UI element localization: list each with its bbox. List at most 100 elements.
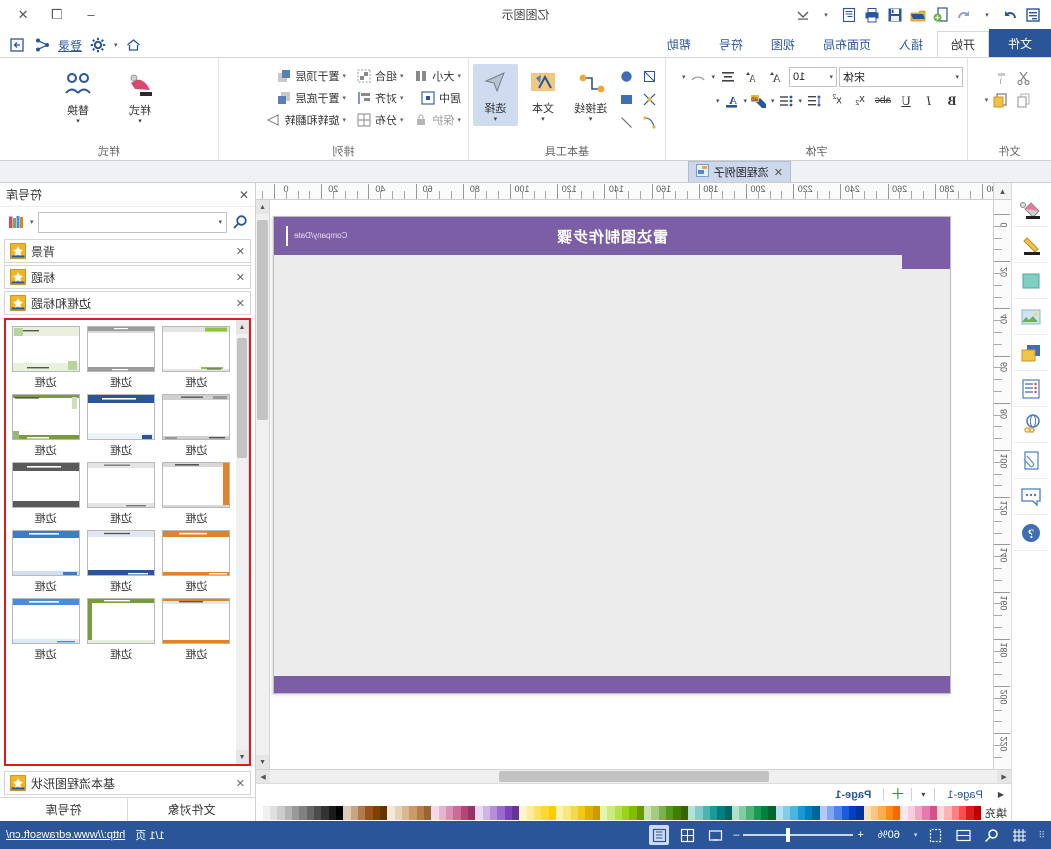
color-swatch[interactable] — [490, 806, 498, 820]
color-swatch[interactable] — [805, 806, 813, 820]
bring-to-front-button[interactable]: ▾ 置于顶层 — [262, 65, 349, 86]
shape-item[interactable]: 边框 — [84, 598, 157, 662]
color-swatch[interactable] — [841, 806, 850, 820]
gallery-scroll-track[interactable] — [236, 334, 248, 750]
library-basic-flowchart-close-icon[interactable]: ✕ — [236, 777, 245, 790]
color-swatch[interactable] — [797, 806, 806, 820]
protect-dropdown-icon[interactable]: ▾ — [457, 116, 461, 124]
canvas-vertical-scrollbar[interactable]: ▲ ▼ — [256, 200, 270, 769]
page-tab-2[interactable]: Page-1 — [829, 789, 877, 801]
fit-width-icon[interactable] — [953, 825, 973, 845]
shape-item[interactable]: 边框 — [84, 394, 157, 458]
color-swatch[interactable] — [424, 806, 432, 820]
ellipse-shape-button[interactable] — [616, 66, 638, 87]
color-swatch[interactable] — [402, 806, 410, 820]
color-swatch[interactable] — [599, 806, 608, 820]
login-link[interactable]: 登录 — [58, 37, 82, 54]
color-swatch[interactable] — [592, 806, 600, 820]
library-background[interactable]: ✕ 背景 — [4, 239, 251, 263]
share-icon[interactable] — [33, 36, 51, 54]
zoom-out-button[interactable]: – — [733, 829, 739, 841]
color-swatch[interactable] — [497, 806, 505, 820]
font-name-dropdown-icon[interactable]: ▾ — [955, 73, 959, 81]
gallery-scrollbar[interactable]: ▲ ▼ — [236, 320, 249, 764]
rotate-flip-button[interactable]: ▾ 旋转和翻转 — [262, 109, 349, 130]
page-menu-button[interactable]: ▾ — [918, 790, 928, 799]
pencil-shape-button[interactable] — [639, 89, 661, 110]
color-swatch[interactable] — [585, 806, 593, 820]
fullscreen-view-button[interactable] — [705, 825, 725, 845]
replace-dropdown-icon[interactable]: ▾ — [76, 118, 80, 125]
style-dropdown-icon[interactable]: ▾ — [138, 118, 142, 125]
color-swatch[interactable] — [709, 806, 718, 820]
color-swatch[interactable] — [966, 806, 974, 820]
color-swatch[interactable] — [768, 806, 776, 820]
color-swatch[interactable] — [893, 806, 901, 820]
strikethrough-button[interactable]: abc — [872, 90, 894, 111]
vertical-ruler[interactable]: 0 20 40 60 80 100 120 140 160 180 200 220 — [993, 200, 1011, 769]
fit-page-icon[interactable] — [925, 825, 945, 845]
canvas[interactable]: 雷达图制作步骤 Company/Date — [270, 200, 993, 769]
color-swatch[interactable] — [636, 806, 644, 820]
grid-view-button[interactable] — [677, 825, 697, 845]
shape-gallery[interactable]: ▲ ▼ 边框 边框 边框 边框 边框 边框 边框 边框 边框 边框 边框 边框 边框 边框 边框 — [4, 318, 251, 766]
fill-icon[interactable] — [1014, 191, 1049, 227]
new-icon[interactable] — [931, 5, 951, 25]
align-dropdown-icon[interactable]: ▾ — [400, 94, 404, 102]
color-swatch[interactable] — [336, 806, 344, 820]
shape-item[interactable]: 边框 — [160, 462, 233, 526]
highlight-button[interactable]: ab — [748, 90, 770, 111]
zoom-level[interactable]: 60% — [872, 829, 906, 841]
curve-text-dropdown-icon[interactable]: ▾ — [682, 73, 686, 81]
select-tool-button[interactable]: 选择 ▾ — [472, 64, 518, 126]
qat-more-icon[interactable] — [793, 5, 813, 25]
underline-button[interactable]: U — [895, 90, 917, 111]
color-swatch[interactable] — [548, 806, 556, 820]
bullet-list-dropdown-icon[interactable]: ▾ — [771, 97, 775, 105]
color-swatch[interactable] — [673, 806, 681, 820]
color-swatch[interactable] — [409, 806, 417, 820]
magnifier-icon[interactable] — [981, 825, 1001, 845]
font-color-dropdown-icon[interactable]: ▾ — [716, 97, 720, 105]
color-swatch[interactable] — [387, 806, 395, 820]
color-swatch[interactable] — [350, 806, 359, 820]
send-to-back-dropdown-icon[interactable]: ▾ — [342, 94, 346, 102]
document-page[interactable]: 雷达图制作步骤 Company/Date — [273, 216, 951, 694]
scroll-up-button[interactable]: ▲ — [256, 200, 269, 214]
color-swatch[interactable] — [959, 806, 967, 820]
color-swatch[interactable] — [790, 806, 798, 820]
minimize-button[interactable]: – — [74, 2, 108, 28]
panel-close-icon[interactable]: ✕ — [239, 188, 249, 202]
color-swatch[interactable] — [468, 806, 476, 820]
font-size-combobox[interactable]: ▾ 10 — [789, 66, 837, 87]
shrink-font-button[interactable]: A — [741, 66, 763, 87]
home-icon[interactable] — [125, 36, 143, 54]
color-swatch[interactable] — [849, 806, 857, 820]
color-swatch[interactable] — [284, 806, 293, 820]
color-swatch[interactable] — [519, 806, 527, 820]
color-swatch[interactable] — [365, 806, 373, 820]
text-dropdown-icon[interactable]: ▾ — [541, 116, 545, 123]
shape-item[interactable]: 边框 — [84, 326, 157, 390]
view-dropdown-icon[interactable]: ▾ — [914, 831, 918, 839]
color-swatch[interactable] — [614, 806, 622, 820]
vscroll-track[interactable] — [256, 214, 269, 755]
color-swatch[interactable] — [570, 806, 578, 820]
style-button[interactable]: 样式 ▾ — [114, 66, 166, 128]
color-swatch[interactable] — [446, 806, 454, 820]
curve-text-button[interactable] — [687, 66, 709, 87]
color-swatch[interactable] — [783, 806, 791, 820]
color-swatch[interactable] — [306, 806, 315, 820]
color-swatch[interactable] — [973, 806, 981, 820]
protect-button[interactable]: ▾ 保护 — [410, 109, 464, 130]
line-shape-button[interactable] — [616, 112, 638, 133]
attachment-icon[interactable] — [1014, 443, 1049, 479]
color-swatch[interactable] — [607, 806, 615, 820]
page-header-banner[interactable]: 雷达图制作步骤 Company/Date — [274, 217, 950, 269]
document-tab[interactable]: ✕ 流程图例子 — [687, 161, 791, 182]
library-background-close-icon[interactable]: ✕ — [236, 245, 245, 258]
hscroll-track[interactable] — [270, 770, 997, 783]
library-border-title[interactable]: ✕ 边框和标题 — [4, 291, 251, 315]
edraw-url-link[interactable]: http://www.edrawsoft.cn/ — [6, 829, 125, 841]
color-swatch[interactable] — [819, 806, 828, 820]
